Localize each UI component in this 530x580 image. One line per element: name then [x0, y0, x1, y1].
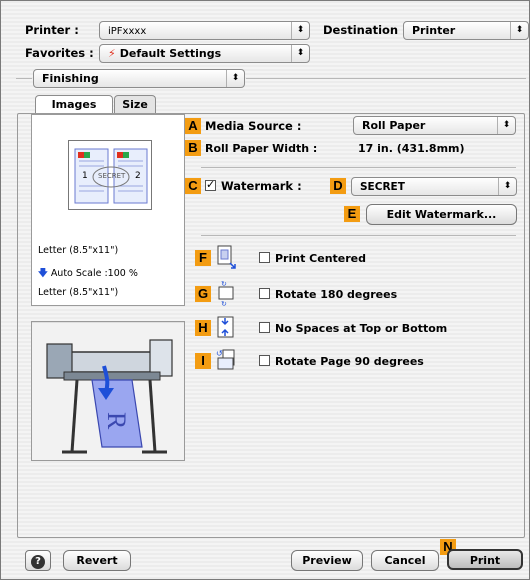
updown-arrow-icon: ⬍ — [291, 22, 309, 39]
marker-i: I — [195, 353, 211, 369]
rotate-90-label: Rotate Page 90 degrees — [275, 355, 424, 368]
updown-arrow-icon: ⬍ — [291, 45, 309, 62]
print-centered-icon — [215, 244, 236, 269]
destination-value: Printer — [412, 24, 456, 37]
layout-preview-panel: 1 SECRET 2 Letter (8.5"x11") 🡇 Auto Scal… — [31, 114, 185, 306]
media-source-value: Roll Paper — [362, 119, 426, 132]
tab-images-label: Images — [51, 98, 97, 111]
tab-images[interactable]: Images — [35, 95, 113, 114]
updown-arrow-icon: ⬍ — [498, 178, 516, 195]
printer-illustration-panel: R — [31, 321, 185, 461]
roll-width-label: Roll Paper Width : — [205, 142, 318, 155]
no-spaces-icon — [215, 315, 235, 339]
preview-sheet: 1 SECRET 2 — [68, 140, 152, 210]
divider — [16, 78, 32, 79]
favorites-label: Favorites : — [25, 46, 94, 60]
favorites-icon: ⚡ — [108, 47, 116, 60]
marker-f: F — [195, 250, 211, 266]
printer-select[interactable]: iPFxxxx ⬍ — [99, 21, 310, 40]
page-number-1: 1 — [82, 171, 88, 181]
divider — [246, 78, 526, 79]
rotate-180-checkbox[interactable] — [259, 288, 270, 299]
tab-size-label: Size — [122, 98, 148, 111]
marker-c: C — [185, 178, 201, 194]
rotate-180-label: Rotate 180 degrees — [275, 288, 398, 301]
roll-width-value: 17 in. (431.8mm) — [358, 142, 465, 155]
favorites-value: Default Settings — [119, 47, 222, 60]
no-spaces-label: No Spaces at Top or Bottom — [275, 322, 448, 335]
help-button[interactable]: ? — [25, 550, 51, 571]
print-centered-label: Print Centered — [275, 252, 367, 265]
scale-text: Auto Scale :100 % — [50, 268, 138, 279]
print-centered-checkbox[interactable] — [259, 252, 270, 263]
updown-arrow-icon: ⬍ — [226, 70, 244, 87]
page-number-2: 2 — [135, 171, 141, 181]
printer-icon: R — [32, 321, 184, 454]
printer-value: iPFxxxx — [108, 26, 147, 37]
section-select[interactable]: Finishing ⬍ — [33, 69, 245, 88]
marker-e: E — [344, 206, 360, 222]
printer-label: Printer : — [25, 23, 79, 37]
paper-size-input: Letter (8.5"x11") — [38, 245, 119, 256]
no-spaces-checkbox[interactable] — [259, 322, 270, 333]
marker-g: G — [195, 286, 211, 302]
media-source-label: Media Source : — [205, 119, 302, 133]
down-arrow-icon: 🡇 — [38, 268, 48, 279]
section-value: Finishing — [42, 72, 99, 85]
cancel-button[interactable]: Cancel — [371, 550, 439, 571]
divider — [201, 235, 516, 236]
watermark-checkbox-row[interactable]: Watermark : — [205, 178, 302, 193]
marker-d: D — [330, 178, 346, 194]
scale-info: 🡇 Auto Scale :100 % — [38, 266, 138, 282]
svg-text:↻: ↻ — [221, 300, 227, 306]
edit-watermark-button[interactable]: Edit Watermark... — [366, 204, 517, 225]
preview-button[interactable]: Preview — [291, 550, 363, 571]
marker-b: B — [185, 140, 201, 156]
watermark-preview-text: SECRET — [98, 172, 126, 180]
marker-a: A — [185, 118, 201, 134]
divider — [201, 167, 516, 168]
revert-button[interactable]: Revert — [63, 550, 131, 571]
rotate-180-row[interactable]: Rotate 180 degrees — [259, 288, 397, 301]
help-icon: ? — [31, 555, 45, 569]
paper-size-output: Letter (8.5"x11") — [38, 287, 119, 298]
print-button[interactable]: Print — [447, 549, 523, 570]
watermark-label: Watermark : — [221, 179, 302, 193]
favorites-select[interactable]: ⚡ Default Settings ⬍ — [99, 44, 310, 63]
rotate-180-icon: ↻ ↻ — [215, 280, 235, 308]
rotate-90-row[interactable]: Rotate Page 90 degrees — [259, 355, 424, 368]
watermark-checkbox[interactable] — [205, 178, 216, 191]
updown-arrow-icon: ⬍ — [497, 117, 515, 134]
watermark-select[interactable]: SECRET ⬍ — [351, 177, 517, 196]
svg-text:R: R — [102, 412, 131, 430]
svg-text:↻: ↻ — [221, 280, 227, 288]
watermark-value: SECRET — [360, 181, 405, 193]
no-spaces-row[interactable]: No Spaces at Top or Bottom — [259, 322, 447, 335]
destination-label: Destination : — [323, 23, 407, 37]
media-source-select[interactable]: Roll Paper ⬍ — [353, 116, 516, 135]
updown-arrow-icon: ⬍ — [510, 22, 528, 39]
marker-h: H — [195, 320, 211, 336]
print-dialog: Printer : iPFxxxx ⬍ Destination : Printe… — [0, 0, 530, 580]
print-centered-row[interactable]: Print Centered — [259, 252, 366, 265]
destination-select[interactable]: Printer ⬍ — [403, 21, 529, 40]
tab-size[interactable]: Size — [114, 95, 156, 114]
rotate-90-icon: ↺ — [215, 347, 235, 371]
svg-text:↺: ↺ — [216, 349, 223, 358]
rotate-90-checkbox[interactable] — [259, 355, 270, 366]
